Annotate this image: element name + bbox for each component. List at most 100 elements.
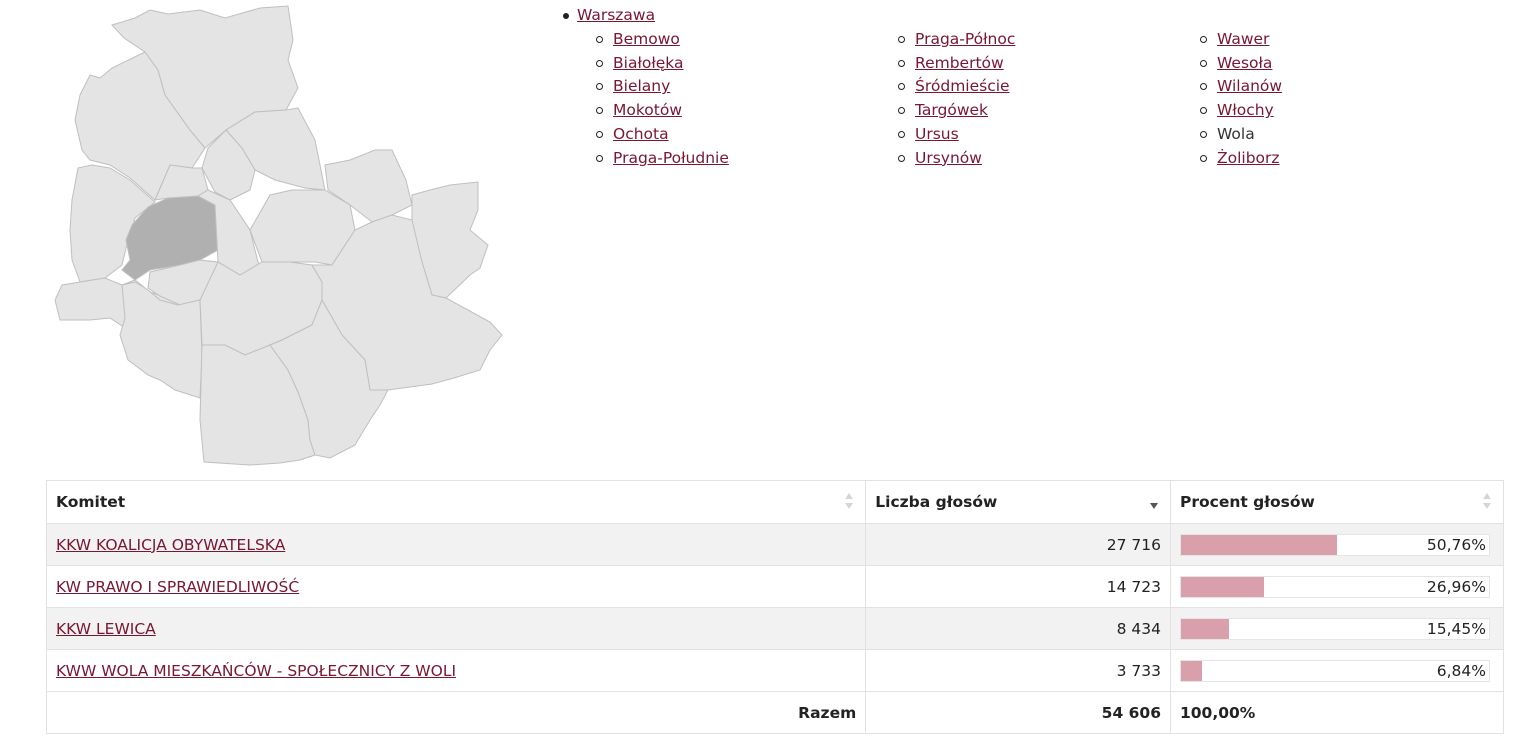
nav-item: Włochy (1200, 99, 1502, 123)
committee-link[interactable]: KWW WOLA MIESZKAŃCÓW - SPOŁECZNICY Z WOL… (56, 662, 456, 680)
nav-item: Ursus (898, 123, 1200, 147)
nav-link-zoliborz[interactable]: Żoliborz (1217, 149, 1280, 167)
nav-list-2: Praga-Północ Rembertów Śródmieście Targó… (898, 28, 1200, 171)
sort-up-icon (1483, 493, 1491, 499)
nav-item: Białołęka (596, 52, 898, 76)
table-row: KKW LEWICA 8 434 15,45% (45, 607, 1505, 650)
total-label: Razem (45, 691, 867, 734)
column-header-committee[interactable]: Komitet (45, 480, 867, 524)
percent-bar-fill (1180, 660, 1203, 681)
nav-link-rembertow[interactable]: Rembertów (915, 54, 1004, 72)
nav-link-wilanow[interactable]: Wilanów (1217, 77, 1282, 95)
percent-cell: 6,84% (1169, 649, 1505, 692)
nav-link-ursynow[interactable]: Ursynów (915, 149, 982, 167)
total-row: Razem 54 606 100,00% (45, 691, 1505, 734)
column-header-votes[interactable]: Liczba głosów (865, 480, 1171, 524)
nav-item: Śródmieście (898, 75, 1200, 99)
nav-link-srodmiescie[interactable]: Śródmieście (915, 77, 1010, 95)
nav-item: Bielany (596, 75, 898, 99)
votes-cell: 27 716 (865, 523, 1171, 566)
column-header-committee-label: Komitet (56, 493, 126, 511)
nav-link-wlochy[interactable]: Włochy (1217, 101, 1274, 119)
committee-cell: KKW LEWICA (45, 607, 867, 650)
sort-down-icon (1149, 503, 1158, 509)
nav-item: Rembertów (898, 52, 1200, 76)
nav-list-3: Wawer Wesoła Wilanów Włochy Wola Żolibor… (1200, 28, 1502, 171)
percent-bar: 6,84% (1179, 659, 1490, 682)
nav-link-bielany[interactable]: Bielany (613, 77, 670, 95)
total-votes: 54 606 (865, 691, 1171, 734)
nav-district-columns: Bemowo Białołęka Bielany Mokotów Ochota … (596, 28, 1520, 171)
nav-list-1: Bemowo Białołęka Bielany Mokotów Ochota … (596, 28, 898, 171)
nav-item: Wesoła (1200, 52, 1502, 76)
committee-link[interactable]: KKW LEWICA (56, 620, 156, 638)
nav-link-warszawa[interactable]: Warszawa (577, 6, 655, 24)
percent-bar: 15,45% (1179, 617, 1490, 640)
nav-link-ochota[interactable]: Ochota (613, 125, 669, 143)
nav-item: Wawer (1200, 28, 1502, 52)
nav-column-3: Wawer Wesoła Wilanów Włochy Wola Żolibor… (1200, 28, 1502, 171)
warsaw-district-map (50, 0, 510, 475)
nav-item: Ursynów (898, 147, 1200, 171)
percent-cell: 26,96% (1169, 565, 1505, 608)
sort-up-icon (845, 493, 854, 499)
nav-link-wawer[interactable]: Wawer (1217, 30, 1269, 48)
table-row: KKW KOALICJA OBYWATELSKA 27 716 50,76% (45, 523, 1505, 566)
sort-down-icon (845, 503, 854, 509)
percent-bar-fill (1180, 576, 1265, 597)
committee-cell: KW PRAWO I SPRAWIEDLIWOŚĆ (45, 565, 867, 608)
committee-link[interactable]: KKW KOALICJA OBYWATELSKA (56, 536, 285, 554)
nav-link-praga-polnoc[interactable]: Praga-Północ (915, 30, 1015, 48)
percent-bar-fill (1180, 534, 1338, 555)
column-header-votes-label: Liczba głosów (875, 493, 998, 511)
results-table-body: KKW KOALICJA OBYWATELSKA 27 716 50,76% K… (45, 523, 1505, 692)
percent-value: 26,96% (1426, 577, 1486, 596)
percent-value: 50,76% (1426, 535, 1486, 554)
nav-item: Targówek (898, 99, 1200, 123)
nav-link-bemowo[interactable]: Bemowo (613, 30, 680, 48)
sort-icon[interactable] (845, 493, 854, 511)
committee-cell: KWW WOLA MIESZKAŃCÓW - SPOŁECZNICY Z WOL… (45, 649, 867, 692)
percent-value: 15,45% (1426, 619, 1486, 638)
nav-link-ursus[interactable]: Ursus (915, 125, 959, 143)
column-header-percent-label: Procent głosów (1179, 493, 1315, 511)
results-table: Komitet Liczba głosów Procent głosów KKW… (45, 480, 1505, 734)
nav-column-1: Bemowo Białołęka Bielany Mokotów Ochota … (596, 28, 898, 171)
nav-item: Żoliborz (1200, 147, 1502, 171)
nav-item: Praga-Południe (596, 147, 898, 171)
column-header-percent[interactable]: Procent głosów (1169, 480, 1505, 524)
nav-item: Bemowo (596, 28, 898, 52)
table-row: KW PRAWO I SPRAWIEDLIWOŚĆ 14 723 26,96% (45, 565, 1505, 608)
committee-link[interactable]: KW PRAWO I SPRAWIEDLIWOŚĆ (56, 578, 299, 596)
results-table-foot: Razem 54 606 100,00% (45, 691, 1505, 734)
district-navigation: Warszawa Bemowo Białołęka Bielany Mokotó… (560, 4, 1520, 171)
nav-item: Ochota (596, 123, 898, 147)
results-table-head: Komitet Liczba głosów Procent głosów (45, 480, 1505, 524)
nav-item: Praga-Północ (898, 28, 1200, 52)
nav-link-mokotow[interactable]: Mokotów (613, 101, 682, 119)
nav-item: Mokotów (596, 99, 898, 123)
table-row: KWW WOLA MIESZKAŃCÓW - SPOŁECZNICY Z WOL… (45, 649, 1505, 692)
percent-cell: 15,45% (1169, 607, 1505, 650)
nav-link-targowek[interactable]: Targówek (915, 101, 988, 119)
sort-up-icon (1150, 493, 1158, 499)
percent-bar: 26,96% (1179, 575, 1490, 598)
sort-icon[interactable] (1483, 493, 1491, 511)
total-percent: 100,00% (1169, 691, 1505, 734)
sort-desc-icon[interactable] (1149, 493, 1158, 511)
nav-link-bialoleka[interactable]: Białołęka (613, 54, 683, 72)
votes-cell: 3 733 (865, 649, 1171, 692)
percent-cell: 50,76% (1169, 523, 1505, 566)
nav-item: Wilanów (1200, 75, 1502, 99)
percent-bar: 50,76% (1179, 533, 1490, 556)
percent-value: 6,84% (1436, 661, 1486, 680)
nav-link-wesola[interactable]: Wesoła (1217, 54, 1272, 72)
nav-link-praga-poludnie[interactable]: Praga-Południe (613, 149, 729, 167)
district-map-svg (54, 5, 503, 466)
percent-bar-fill (1180, 618, 1229, 639)
nav-item: Wola (1200, 123, 1502, 147)
header-row: Komitet Liczba głosów Procent głosów (45, 480, 1505, 524)
committee-cell: KKW KOALICJA OBYWATELSKA (45, 523, 867, 566)
nav-current-wola: Wola (1217, 124, 1255, 143)
votes-cell: 14 723 (865, 565, 1171, 608)
